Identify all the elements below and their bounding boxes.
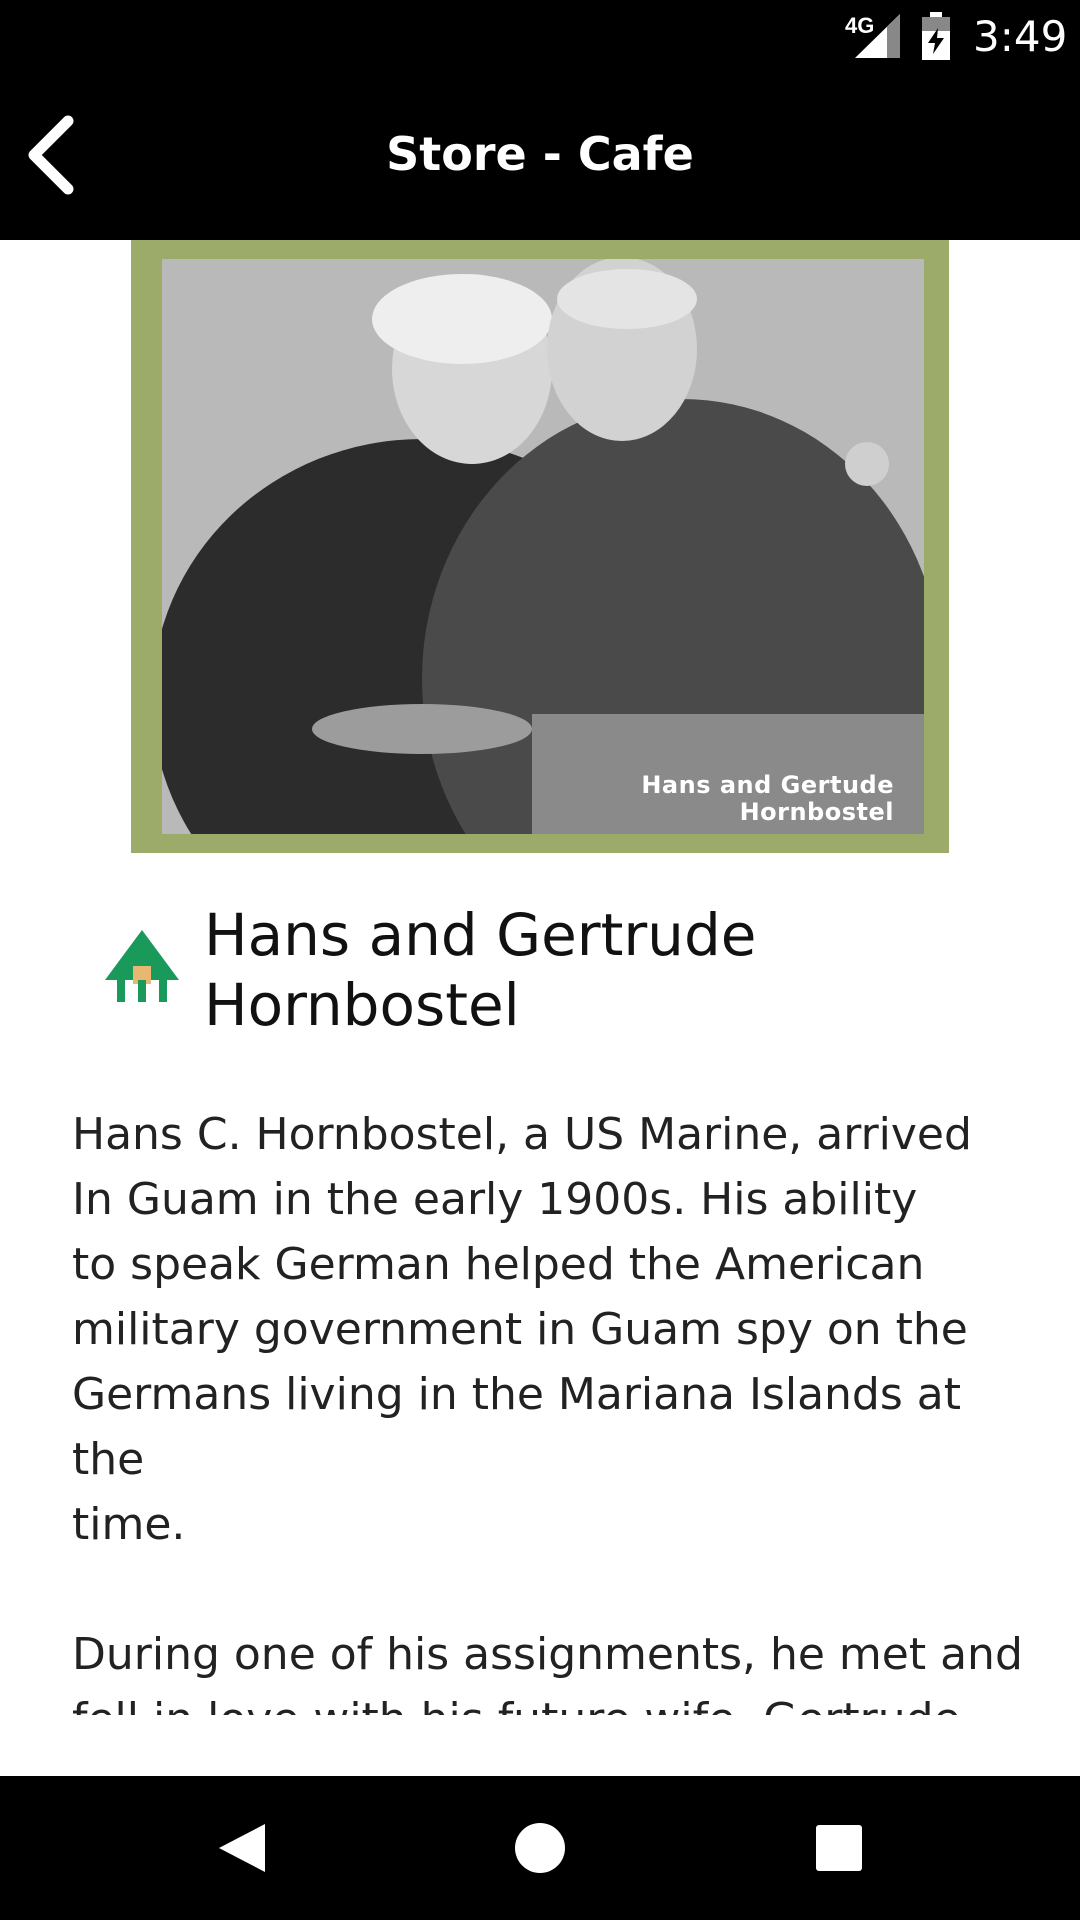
place-title: Hans and Gertrude Hornbostel bbox=[204, 901, 757, 1039]
home-circle-icon bbox=[515, 1823, 565, 1873]
battery-charging-icon bbox=[922, 12, 950, 60]
photo-caption-line-1: Hans and Gertude bbox=[641, 771, 894, 799]
nav-recents-button[interactable] bbox=[803, 1812, 875, 1884]
photo-caption-line-2: Hornbostel bbox=[739, 798, 894, 826]
system-nav-bar bbox=[0, 1776, 1080, 1920]
description-paragraph-2: During one of his assignments, he met an… bbox=[72, 1629, 1023, 1715]
status-bar: 4G 3:49 bbox=[0, 0, 1080, 75]
recents-square-icon bbox=[816, 1825, 862, 1871]
photo-caption: Hans and Gertude Hornbostel bbox=[641, 772, 894, 826]
description-paragraph-1: Hans C. Hornbostel, a US Marine, arrived… bbox=[72, 1109, 972, 1550]
nav-home-button[interactable] bbox=[504, 1812, 576, 1884]
back-triangle-icon bbox=[219, 1824, 265, 1872]
app-bar: Store - Cafe bbox=[0, 75, 1080, 240]
couple-photo: Hans and Gertude Hornbostel bbox=[162, 259, 924, 834]
photo-illustration bbox=[162, 259, 924, 834]
photo-frame: Hans and Gertude Hornbostel bbox=[131, 240, 949, 853]
signal-icon bbox=[855, 14, 900, 58]
nav-back-button[interactable] bbox=[205, 1812, 277, 1884]
page-title: Store - Cafe bbox=[386, 127, 694, 181]
content-scroll[interactable]: Hans and Gertude Hornbostel Hans and Ger… bbox=[0, 240, 1080, 1715]
place-description: Hans C. Hornbostel, a US Marine, arrived… bbox=[72, 1102, 1032, 1715]
clock: 3:49 bbox=[973, 12, 1068, 61]
tree-icon bbox=[105, 930, 179, 1002]
